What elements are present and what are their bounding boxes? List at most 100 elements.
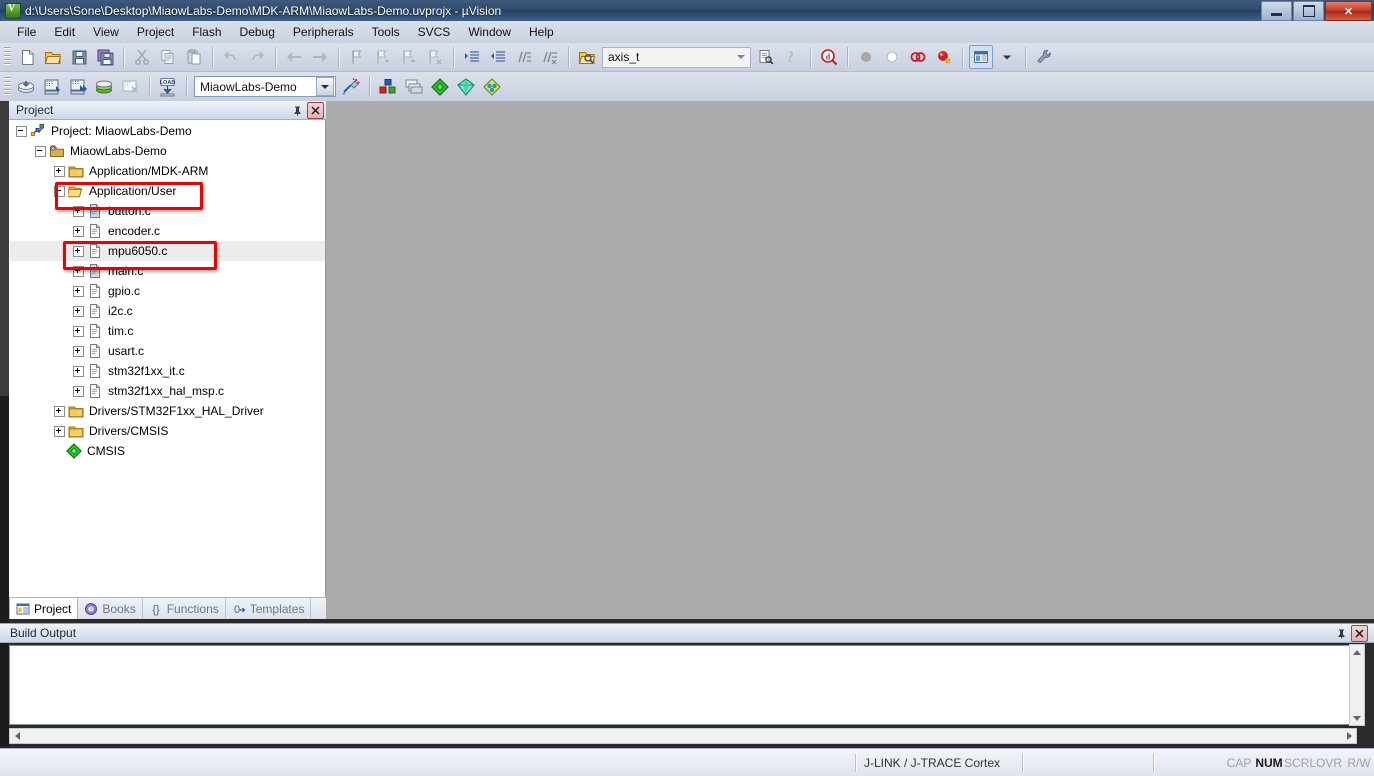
tree-row[interactable]: CMSIS	[10, 441, 325, 461]
tab-project[interactable]: Project	[9, 597, 79, 619]
batch-build-icon[interactable]	[93, 75, 117, 99]
left-dock-strip-upper[interactable]	[0, 101, 9, 396]
build-icon[interactable]	[41, 75, 65, 99]
navigate-forward-icon[interactable]	[308, 45, 332, 69]
undo-icon[interactable]	[219, 45, 243, 69]
tree-row[interactable]: mpu6050.c	[10, 241, 325, 261]
menu-item-flash[interactable]: Flash	[183, 22, 230, 42]
menu-item-tools[interactable]: Tools	[363, 22, 409, 42]
build-output-text[interactable]	[9, 645, 1357, 725]
tree-row[interactable]: gpio.c	[10, 281, 325, 301]
tree-expand-icon[interactable]	[54, 165, 65, 177]
find-in-files-icon[interactable]	[754, 45, 778, 69]
auto-hide-pin-icon[interactable]	[290, 103, 305, 118]
save-all-icon[interactable]	[93, 45, 117, 69]
tab-functions[interactable]: {} Functions	[143, 598, 226, 619]
tab-books[interactable]: ? Books	[78, 598, 143, 619]
multi-project-icon[interactable]	[402, 75, 426, 99]
tree-row[interactable]: stm32f1xx_hal_msp.c	[10, 381, 325, 401]
tree-row[interactable]: tim.c	[10, 321, 325, 341]
breakpoint-kill-all-icon[interactable]	[932, 45, 956, 69]
find-input[interactable]: axis_t	[603, 50, 732, 64]
find-combo[interactable]: axis_t	[602, 46, 751, 68]
stop-build-icon[interactable]	[119, 75, 143, 99]
tree-row[interactable]: button.c	[10, 201, 325, 221]
rebuild-icon[interactable]	[67, 75, 91, 99]
project-tree[interactable]: Project: MiaowLabs-Demo MiaowLabs-Demo App…	[10, 121, 325, 598]
select-software-packs-icon[interactable]	[480, 75, 504, 99]
scroll-left-icon[interactable]	[10, 729, 24, 743]
menu-item-project[interactable]: Project	[128, 22, 183, 42]
breakpoint-disable-all-icon[interactable]	[906, 45, 930, 69]
target-options-icon[interactable]	[339, 75, 363, 99]
copy-icon[interactable]	[156, 45, 180, 69]
toolbar-grip[interactable]	[4, 47, 11, 67]
navigate-back-icon[interactable]	[282, 45, 306, 69]
scroll-right-icon[interactable]	[1342, 729, 1356, 743]
configure-icon[interactable]	[1032, 45, 1056, 69]
menu-item-help[interactable]: Help	[520, 22, 563, 42]
menu-item-debug[interactable]: Debug	[231, 22, 284, 42]
bookmark-toggle-icon[interactable]	[345, 45, 369, 69]
bookmark-clear-icon[interactable]	[423, 45, 447, 69]
tree-row[interactable]: main.c	[10, 261, 325, 281]
tree-row[interactable]: Project: MiaowLabs-Demo	[10, 121, 325, 141]
manage-rte-icon[interactable]	[454, 75, 478, 99]
uncomment-icon[interactable]	[538, 45, 562, 69]
comment-icon[interactable]	[512, 45, 536, 69]
tree-expand-icon[interactable]	[73, 385, 84, 397]
tree-expand-icon[interactable]	[73, 245, 84, 257]
menu-item-file[interactable]: File	[8, 22, 45, 42]
window-layout-dropdown-arrow[interactable]	[995, 45, 1019, 69]
close-button[interactable]: ✕	[1325, 1, 1372, 21]
toolbar-grip[interactable]	[4, 76, 11, 97]
build-output-vscrollbar[interactable]	[1349, 644, 1365, 726]
translate-icon[interactable]	[15, 75, 39, 99]
build-close-panel-icon[interactable]	[1351, 624, 1368, 642]
menu-item-window[interactable]: Window	[459, 22, 520, 42]
download-icon[interactable]: LOAD	[156, 75, 180, 99]
build-auto-hide-pin-icon[interactable]	[1334, 626, 1349, 641]
browse-symbol-icon[interactable]: d	[817, 45, 841, 69]
minimize-button[interactable]	[1261, 1, 1292, 21]
scroll-up-icon[interactable]	[1350, 645, 1364, 659]
tree-collapse-icon[interactable]	[54, 185, 65, 197]
tree-expand-icon[interactable]	[73, 305, 84, 317]
menu-item-peripherals[interactable]: Peripherals	[284, 22, 363, 42]
tree-row[interactable]: stm32f1xx_it.c	[10, 361, 325, 381]
tree-row[interactable]: MiaowLabs-Demo	[10, 141, 325, 161]
indent-increase-icon[interactable]	[460, 45, 484, 69]
tree-row[interactable]: Drivers/CMSIS	[10, 421, 325, 441]
menu-item-svcs[interactable]: SVCS	[409, 22, 460, 42]
paste-icon[interactable]	[182, 45, 206, 69]
tree-expand-icon[interactable]	[73, 345, 84, 357]
tree-expand-icon[interactable]	[73, 265, 84, 277]
redo-icon[interactable]	[245, 45, 269, 69]
close-panel-icon[interactable]	[307, 101, 324, 119]
left-dock-strip[interactable]	[0, 101, 9, 747]
window-layout-icon[interactable]	[969, 45, 993, 69]
cut-icon[interactable]	[130, 45, 154, 69]
tree-collapse-icon[interactable]	[16, 125, 27, 137]
target-select[interactable]: MiaowLabs-Demo	[194, 76, 336, 97]
maximize-button[interactable]	[1293, 1, 1324, 21]
tree-row[interactable]: Application/MDK-ARM	[10, 161, 325, 181]
breakpoint-enable-icon[interactable]	[880, 45, 904, 69]
breakpoint-insert-icon[interactable]	[854, 45, 878, 69]
incremental-find-icon[interactable]	[780, 45, 804, 69]
tree-expand-icon[interactable]	[73, 325, 84, 337]
menu-item-view[interactable]: View	[84, 22, 128, 42]
chevron-down-icon[interactable]	[316, 77, 334, 96]
tree-expand-icon[interactable]	[54, 425, 65, 437]
pack-installer-icon[interactable]	[428, 75, 452, 99]
tree-row[interactable]: usart.c	[10, 341, 325, 361]
tree-row[interactable]: Drivers/STM32F1xx_HAL_Driver	[10, 401, 325, 421]
scroll-down-icon[interactable]	[1350, 711, 1364, 725]
new-file-icon[interactable]	[15, 45, 39, 69]
indent-decrease-icon[interactable]	[486, 45, 510, 69]
tree-row[interactable]: i2c.c	[10, 301, 325, 321]
tree-expand-icon[interactable]	[73, 225, 84, 237]
tab-templates[interactable]: 0 Templates	[226, 598, 312, 619]
find-dropdown-arrow[interactable]	[733, 49, 749, 66]
tree-collapse-icon[interactable]	[35, 145, 46, 157]
